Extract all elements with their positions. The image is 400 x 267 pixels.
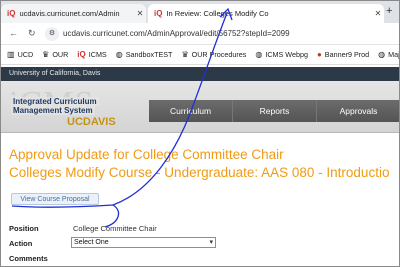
view-course-proposal-button[interactable]: View Course Proposal	[11, 193, 99, 205]
action-selected-value: Select One	[74, 239, 109, 246]
screenshot-frame: iQ ucdavis.curricunet.com/Admin ✕ iQ In …	[0, 0, 400, 267]
reload-icon[interactable]: ↻	[28, 28, 36, 39]
globe-icon: ◍	[378, 50, 386, 59]
tab-title: ucdavis.curricunet.com/Admin	[19, 9, 120, 18]
nav-approvals[interactable]: Approvals	[317, 100, 399, 122]
bookmark-sandboxtest[interactable]: ◍ SandboxTEST	[116, 50, 173, 59]
logo-line-2: Management System	[11, 106, 95, 115]
bookmark-icms[interactable]: iQ ICMS	[77, 50, 106, 59]
iq-icon: iQ	[77, 50, 86, 59]
crown-icon: ♛	[42, 50, 50, 59]
action-select[interactable]: Select One ▾	[71, 237, 216, 248]
main-nav: Curriculum Reports Approvals	[149, 100, 399, 122]
browser-tab-in-review[interactable]: iQ In Review: Colleges Modify Co ✕	[148, 4, 384, 23]
chevron-down-icon: ▾	[209, 239, 213, 246]
page-subtitle: Colleges Modify Course - Undergraduate: …	[9, 165, 390, 180]
position-value: College Committee Chair	[73, 224, 157, 233]
tab-title: In Review: Colleges Modify Co	[166, 9, 269, 18]
iq-favicon-icon: iQ	[154, 9, 163, 18]
browser-tab-admin[interactable]: iQ ucdavis.curricunet.com/Admin ✕	[1, 4, 146, 23]
page-title: Approval Update for College Committee Ch…	[9, 147, 284, 162]
globe-icon: ◍	[255, 50, 263, 59]
building-icon: ▥	[7, 50, 15, 59]
logo-ucdavis: UCDAVIS	[67, 116, 116, 128]
bookmark-our-procedures[interactable]: ♛ OUR Procedures	[181, 50, 246, 59]
annotation-underline	[11, 204, 114, 208]
action-label: Action	[9, 239, 33, 248]
new-tab-icon[interactable]: +	[386, 5, 392, 17]
globe-icon: ◍	[115, 50, 123, 59]
address-bar-row: ← ↻ ⚙ ucdavis.curricunet.com/AdminApprov…	[1, 23, 399, 45]
bookmark-maj[interactable]: ◍ Maj	[378, 50, 399, 59]
nav-reports[interactable]: Reports	[233, 100, 317, 122]
site-header: iCMS Integrated Curriculum Management Sy…	[1, 81, 399, 133]
bookmark-banner9-prod[interactable]: ● Banner9 Prod	[317, 50, 369, 59]
browser-tab-bar: iQ ucdavis.curricunet.com/Admin ✕ iQ In …	[1, 1, 399, 23]
comments-label: Comments	[9, 254, 48, 263]
university-bar: University of California, Davis	[1, 67, 399, 81]
close-tab-icon[interactable]: ✕	[134, 9, 146, 18]
position-label: Position	[9, 224, 39, 233]
icms-logo[interactable]: iCMS Integrated Curriculum Management Sy…	[9, 85, 149, 129]
site-info-icon[interactable]: ⚙	[45, 27, 59, 41]
bookmarks-bar: ▥ UCD ♛ OUR iQ ICMS ◍ SandboxTEST ♛ OUR Proce…	[1, 45, 399, 65]
logo-line-1: Integrated Curriculum	[11, 97, 99, 106]
back-icon[interactable]: ←	[9, 28, 18, 38]
banner-icon: ●	[316, 50, 322, 59]
iq-favicon-icon: iQ	[7, 9, 16, 18]
bookmark-ucd[interactable]: ▥ UCD	[7, 50, 33, 59]
close-tab-icon[interactable]: ✕	[372, 9, 384, 18]
bookmark-our[interactable]: ♛ OUR	[42, 50, 68, 59]
crown-icon: ♛	[181, 50, 189, 59]
nav-curriculum[interactable]: Curriculum	[149, 100, 233, 122]
url-field[interactable]: ucdavis.curricunet.com/AdminApproval/edi…	[63, 29, 290, 38]
bookmark-icms-webpg[interactable]: ◍ ICMS Webpg	[255, 50, 308, 59]
